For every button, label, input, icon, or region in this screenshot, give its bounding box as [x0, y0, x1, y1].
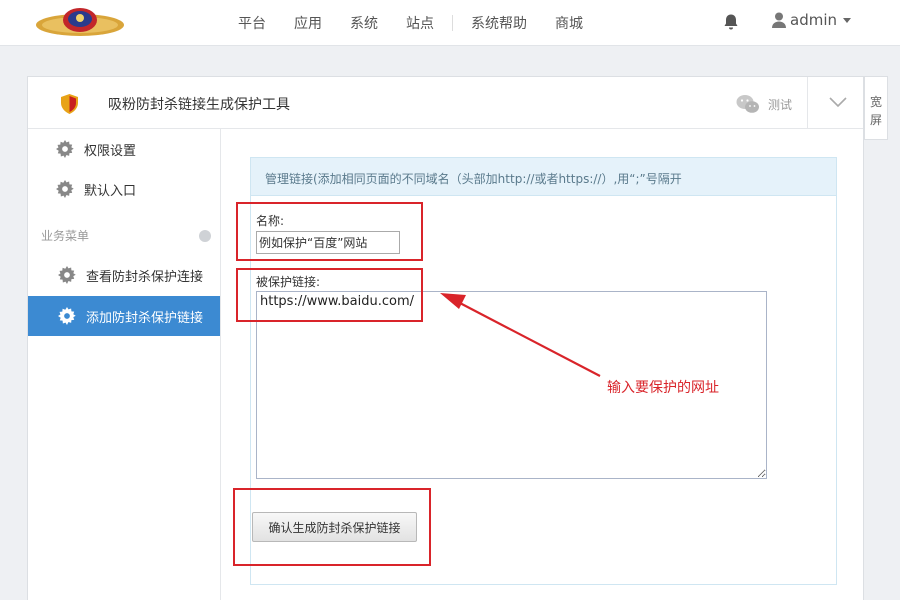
bell-icon[interactable] [722, 13, 740, 31]
sidebar-section-header[interactable]: 业务菜单 [41, 227, 211, 244]
page-title: 吸粉防封杀链接生成保护工具 [108, 97, 290, 113]
emblem-logo[interactable] [34, 6, 126, 40]
annotation-note: 输入要保护的网址 [607, 380, 719, 396]
shield-icon [61, 94, 78, 114]
nav-apps[interactable]: 应用 [280, 13, 336, 33]
annotation-box-name [236, 202, 423, 261]
annotation-arrow [440, 293, 601, 377]
gear-icon [56, 140, 74, 158]
user-icon [772, 12, 786, 28]
gear-icon [58, 266, 76, 284]
chevron-down-icon [843, 17, 851, 23]
sidebar-item-label: 查看防封杀保护连接 [86, 269, 204, 285]
chevron-down-icon[interactable] [829, 96, 847, 108]
wechat-icon[interactable] [736, 94, 760, 114]
nav-platform[interactable]: 平台 [224, 13, 280, 33]
wide-screen-toggle[interactable]: 宽屏 [864, 76, 888, 140]
header-divider [807, 77, 808, 129]
panel-header: 吸粉防封杀链接生成保护工具 测试 [28, 77, 863, 129]
user-menu[interactable]: admin [772, 11, 851, 29]
nav-store[interactable]: 商城 [541, 13, 597, 33]
sidebar-item-permissions[interactable]: 权限设置 [28, 129, 220, 169]
gear-icon [56, 180, 74, 198]
gear-icon [58, 307, 76, 325]
sidebar-item-default-entry[interactable]: 默认入口 [28, 169, 220, 209]
section-title: 业务菜单 [41, 229, 90, 243]
sidebar-item-label: 默认入口 [84, 183, 137, 199]
sidebar: 权限设置 默认入口 业务菜单 查看防封杀保护连接 添加防封杀保护链接 [28, 129, 221, 600]
test-link[interactable]: 测试 [768, 96, 792, 113]
nav-sites[interactable]: 站点 [392, 13, 448, 33]
annotation-box-button [233, 488, 431, 566]
main-nav: 平台 应用 系统 站点 系统帮助 商城 [224, 0, 597, 46]
sidebar-item-label: 添加防封杀保护链接 [86, 310, 204, 326]
collapse-dot-icon[interactable] [199, 229, 211, 242]
top-navbar: 平台 应用 系统 站点 系统帮助 商城 admin [0, 0, 900, 46]
info-banner: 管理链接(添加相同页面的不同域名（头部加http://或者https://）,用… [251, 158, 836, 196]
nav-system[interactable]: 系统 [336, 13, 392, 33]
sidebar-item-label: 权限设置 [84, 143, 137, 159]
nav-divider [452, 15, 453, 31]
username: admin [790, 11, 837, 29]
sidebar-item-view-links[interactable]: 查看防封杀保护连接 [28, 255, 220, 295]
sidebar-item-add-link[interactable]: 添加防封杀保护链接 [28, 296, 220, 336]
annotation-box-url [236, 268, 423, 322]
nav-help[interactable]: 系统帮助 [457, 13, 541, 33]
